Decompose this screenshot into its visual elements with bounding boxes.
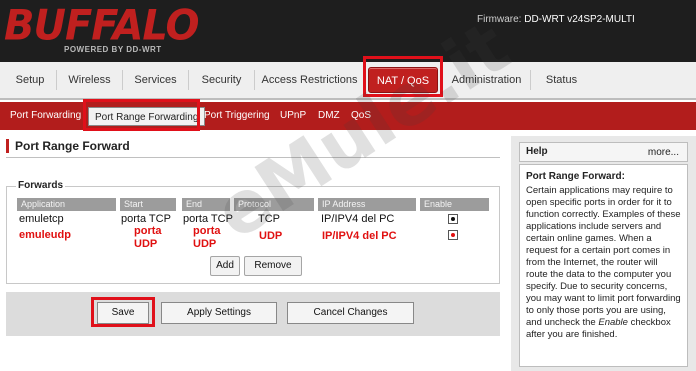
tab-access-restrictions[interactable]: Access Restrictions bbox=[254, 70, 364, 90]
column-header-ip-address: IP Address bbox=[318, 198, 417, 211]
help-panel: Help more... Port Range Forward: Certain… bbox=[511, 136, 696, 371]
column-header-end: End bbox=[182, 198, 231, 211]
highlight-box-port-range bbox=[83, 99, 200, 131]
subtab-port-triggering[interactable]: Port Triggering bbox=[204, 102, 270, 130]
subtab-upnp[interactable]: UPnP bbox=[280, 102, 306, 130]
column-header-start: Start bbox=[120, 198, 177, 211]
page-title: Port Range Forward bbox=[6, 139, 130, 153]
row-enable-checkbox[interactable] bbox=[448, 214, 458, 224]
annotation-end-line1: porta bbox=[193, 225, 221, 237]
subtab-port-forwarding[interactable]: Port Forwarding bbox=[10, 102, 81, 130]
firmware-value: DD-WRT v24SP2-MULTI bbox=[524, 14, 635, 25]
help-text-part-a: Certain applications may require to open… bbox=[526, 185, 681, 328]
main-tab-bar: Setup Wireless Services Security Access … bbox=[0, 62, 696, 100]
help-header: Help more... bbox=[519, 142, 688, 162]
apply-settings-button[interactable]: Apply Settings bbox=[161, 302, 277, 324]
highlight-box-nat bbox=[363, 56, 443, 97]
brand-logo: BUFFALO bbox=[4, 1, 199, 51]
column-header-application: Application bbox=[17, 198, 117, 211]
help-title: Help bbox=[526, 146, 548, 157]
annotation-start-line2: UDP bbox=[134, 238, 158, 250]
help-subtitle: Port Range Forward: bbox=[526, 171, 625, 182]
annotation-protocol: UDP bbox=[259, 230, 283, 242]
column-header-protocol: Protocol bbox=[234, 198, 315, 211]
firmware-label: Firmware: bbox=[477, 14, 522, 25]
help-body: Port Range Forward: Certain applications… bbox=[519, 164, 688, 367]
annotation-enable-checkbox[interactable] bbox=[448, 230, 458, 240]
help-more-link[interactable]: more... bbox=[648, 147, 679, 158]
remove-button[interactable]: Remove bbox=[244, 256, 302, 276]
tab-status[interactable]: Status bbox=[530, 70, 592, 90]
tab-services[interactable]: Services bbox=[122, 70, 188, 90]
title-divider bbox=[6, 157, 500, 158]
row-application-value[interactable]: emuletcp bbox=[19, 213, 64, 226]
tab-setup[interactable]: Setup bbox=[4, 70, 56, 90]
column-header-enable: Enable bbox=[420, 198, 490, 211]
tab-security[interactable]: Security bbox=[188, 70, 254, 90]
help-text: Certain applications may require to open… bbox=[526, 185, 681, 341]
brand-tagline: POWERED BY DD-WRT bbox=[64, 45, 162, 54]
annotation-application: emuleudp bbox=[19, 229, 71, 241]
cancel-changes-button[interactable]: Cancel Changes bbox=[287, 302, 414, 324]
firmware-info: Firmware: DD-WRT v24SP2-MULTI bbox=[477, 14, 635, 25]
forwards-legend: Forwards bbox=[16, 180, 66, 191]
annotation-start-line1: porta bbox=[134, 225, 162, 237]
help-text-enable: Enable bbox=[598, 317, 628, 328]
tab-wireless[interactable]: Wireless bbox=[56, 70, 122, 90]
row-ip-value[interactable]: IP/IPV4 del PC bbox=[321, 213, 394, 226]
tab-administration[interactable]: Administration bbox=[442, 70, 530, 90]
row-protocol-value[interactable]: TCP bbox=[258, 213, 280, 226]
annotation-ip: IP/IPV4 del PC bbox=[322, 230, 397, 242]
annotation-end-line2: UDP bbox=[193, 238, 217, 250]
subtab-dmz[interactable]: DMZ bbox=[318, 102, 340, 130]
subtab-qos[interactable]: QoS bbox=[351, 102, 371, 130]
highlight-box-save bbox=[91, 297, 155, 327]
header-bar: BUFFALO POWERED BY DD-WRT Firmware: DD-W… bbox=[0, 0, 696, 62]
add-button[interactable]: Add bbox=[210, 256, 240, 276]
